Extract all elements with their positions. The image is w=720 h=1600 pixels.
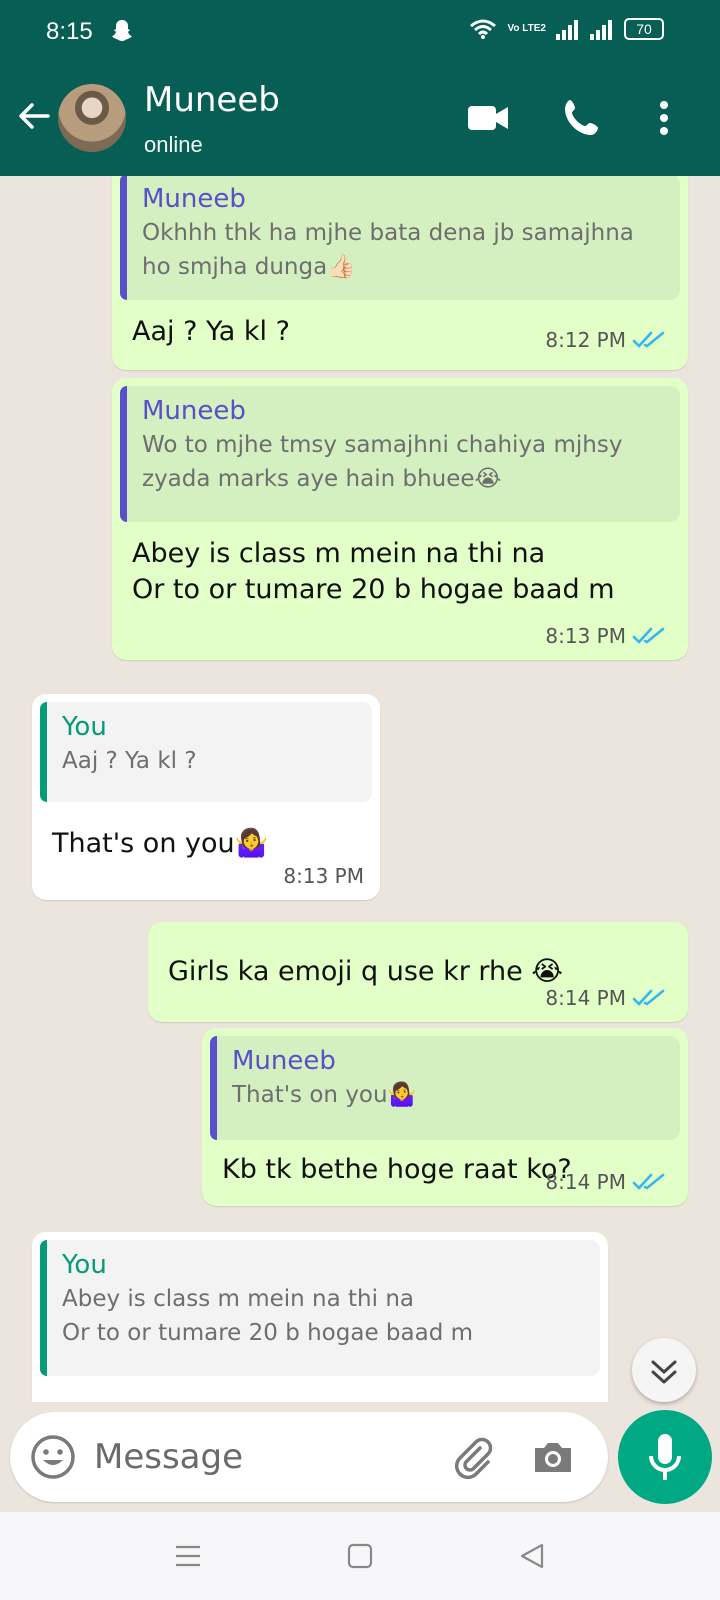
signal-icon: [556, 20, 578, 40]
quoted-message[interactable]: Muneeb Okhhh thk ha mjhe bata dena jb sa…: [120, 176, 680, 300]
message-meta: 8:14 PM: [545, 986, 666, 1010]
attach-icon[interactable]: [450, 1434, 496, 1480]
mic-icon: [649, 1434, 681, 1480]
message-time: 8:13 PM: [545, 624, 626, 648]
message-bubble-incoming[interactable]: You Abey is class m mein na thi na Or to…: [32, 1232, 608, 1402]
status-bar: 8:15 Vo LTE2 70: [0, 0, 720, 66]
wifi-icon: [470, 19, 497, 39]
message-text: Kb tk bethe hoge raat ko?: [222, 1154, 572, 1185]
quoted-message[interactable]: Muneeb Wo to mjhe tmsy samajhni chahiya …: [120, 386, 680, 522]
message-text: Abey is class m mein na thi na Or to or …: [132, 538, 615, 605]
contact-name[interactable]: Muneeb: [144, 80, 280, 120]
quote-author: Muneeb: [232, 1046, 336, 1076]
quote-text: Wo to mjhe tmsy samajhni chahiya mjhsy z…: [142, 432, 623, 492]
quote-author: You: [62, 1250, 107, 1280]
signal-icon-2: [590, 20, 612, 40]
emoji-icon[interactable]: [30, 1434, 76, 1480]
back-arrow-icon[interactable]: [14, 96, 54, 136]
system-nav-bar: [0, 1512, 720, 1600]
read-ticks-icon: [632, 331, 665, 348]
message-bubble-outgoing[interactable]: Muneeb Okhhh thk ha mjhe bata dena jb sa…: [112, 176, 688, 370]
message-bubble-outgoing[interactable]: Girls ka emoji q use kr rhe 😭 8:14 PM: [148, 922, 688, 1022]
quote-text: That's on you🤷‍♀️: [232, 1082, 417, 1108]
home-icon[interactable]: [344, 1540, 376, 1572]
scroll-down-icon: [651, 1360, 677, 1384]
battery-indicator: 70: [624, 18, 664, 40]
message-text: That's on you🤷‍♀️: [52, 828, 269, 859]
message-meta: 8:13 PM: [283, 864, 364, 888]
message-composer: [10, 1412, 608, 1502]
quote-author: You: [62, 712, 107, 742]
message-bubble-incoming[interactable]: You Aaj ? Ya kl ? That's on you🤷‍♀️ 8:13…: [32, 694, 380, 900]
read-ticks-icon: [632, 1173, 665, 1190]
read-ticks-icon: [632, 989, 665, 1006]
quoted-message[interactable]: Muneeb That's on you🤷‍♀️: [210, 1036, 680, 1140]
read-ticks-icon: [632, 627, 665, 644]
quote-text: Abey is class m mein na thi na Or to or …: [62, 1286, 474, 1346]
snapchat-icon: [112, 20, 132, 41]
quote-author: Muneeb: [142, 396, 246, 426]
message-text: Aaj ? Ya kl ?: [132, 316, 290, 347]
message-text: Girls ka emoji q use kr rhe 😭: [168, 956, 563, 987]
volte-label: Vo LTE2: [507, 23, 546, 34]
video-call-icon[interactable]: [466, 96, 510, 140]
status-time: 8:15: [46, 18, 93, 45]
message-meta: 8:14 PM: [545, 1170, 666, 1194]
message-bubble-outgoing[interactable]: Muneeb That's on you🤷‍♀️ Kb tk bethe hog…: [202, 1028, 688, 1206]
chat-header: Muneeb online: [0, 66, 720, 176]
message-time: 8:14 PM: [545, 1170, 626, 1194]
mic-button[interactable]: [618, 1410, 712, 1504]
more-icon[interactable]: [642, 96, 686, 140]
message-meta: 8:12 PM: [545, 328, 666, 352]
message-meta: 8:13 PM: [545, 624, 666, 648]
quoted-message[interactable]: You Abey is class m mein na thi na Or to…: [40, 1240, 600, 1376]
quote-author: Muneeb: [142, 184, 246, 214]
status-indicators: Vo LTE2 70: [469, 18, 664, 40]
message-bubble-outgoing[interactable]: Muneeb Wo to mjhe tmsy samajhni chahiya …: [112, 378, 688, 660]
quote-text: Aaj ? Ya kl ?: [62, 748, 197, 774]
quoted-message[interactable]: You Aaj ? Ya kl ?: [40, 702, 372, 802]
chat-area[interactable]: Muneeb Okhhh thk ha mjhe bata dena jb sa…: [0, 176, 720, 1402]
phone-icon[interactable]: [560, 96, 604, 140]
message-time: 8:13 PM: [283, 864, 364, 888]
quote-text: Okhhh thk ha mjhe bata dena jb samajhna …: [142, 220, 634, 280]
back-icon[interactable]: [516, 1540, 548, 1572]
message-time: 8:14 PM: [545, 986, 626, 1010]
contact-status: online: [144, 132, 203, 157]
scroll-down-button[interactable]: [632, 1338, 696, 1402]
avatar[interactable]: [58, 84, 126, 152]
message-time: 8:12 PM: [545, 328, 626, 352]
menu-icon[interactable]: [172, 1540, 204, 1572]
message-input[interactable]: [94, 1434, 424, 1480]
camera-icon[interactable]: [530, 1434, 576, 1480]
